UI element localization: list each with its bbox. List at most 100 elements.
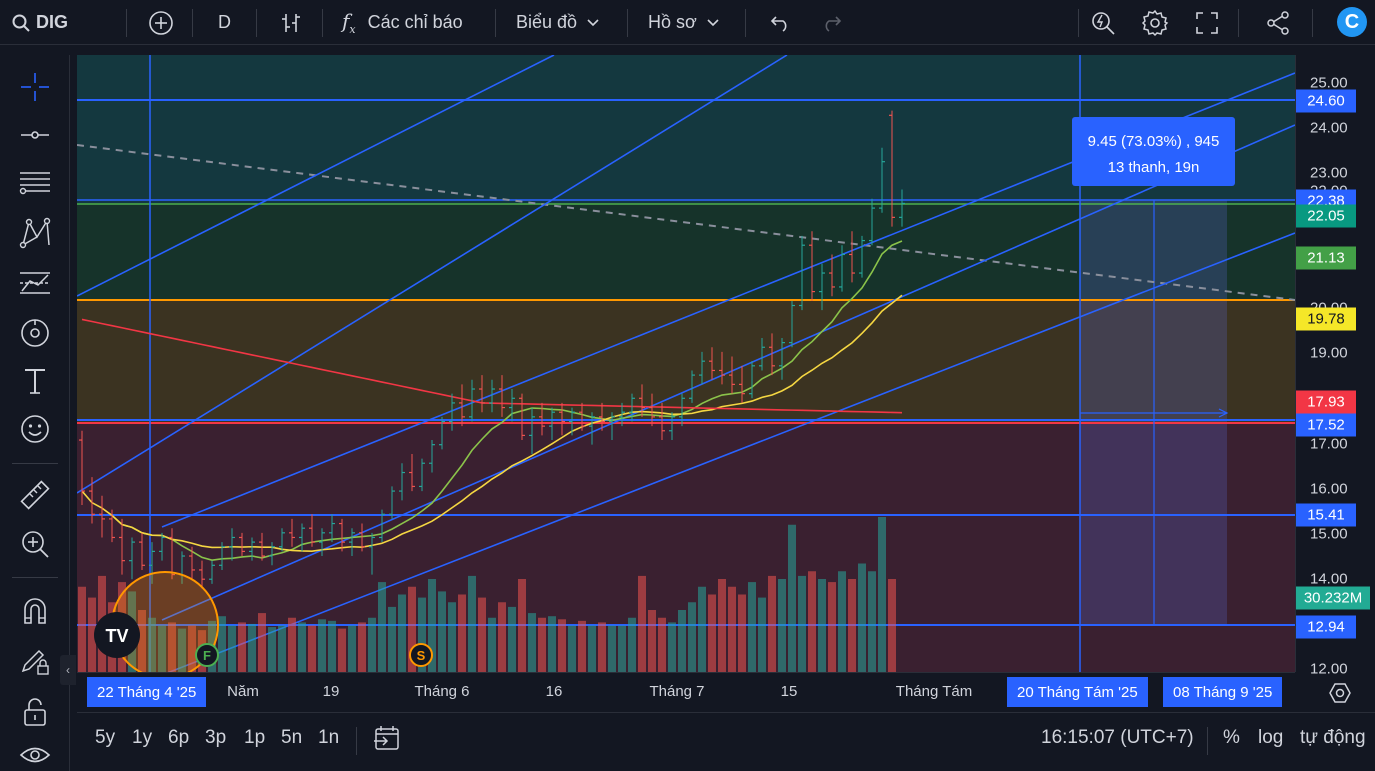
crosshair-tool[interactable] xyxy=(15,67,55,107)
volume-bar xyxy=(818,579,826,672)
clock-timezone[interactable]: 16:15:07 (UTC+7) xyxy=(1041,727,1194,749)
collapse-toolbar-button[interactable]: ‹ xyxy=(60,655,76,685)
volume-bar xyxy=(838,571,846,672)
range-1y[interactable]: 1y xyxy=(132,727,152,749)
volume-bar xyxy=(658,617,666,672)
emoji-tool[interactable] xyxy=(15,409,55,449)
lock-drawings-tool[interactable] xyxy=(15,692,55,732)
volume-bar xyxy=(708,594,716,672)
price-tag-17-52: 17.52 xyxy=(1296,413,1356,437)
time-axis[interactable]: Năm 19 Tháng 6 16 Tháng 7 15 Tháng Tám 2… xyxy=(77,672,1295,712)
indicators-label: Các chỉ báo xyxy=(367,12,463,32)
range-5d[interactable]: 5n xyxy=(281,727,302,749)
volume-bar xyxy=(338,628,346,672)
bar-style-button[interactable] xyxy=(280,0,302,45)
chart-type-label: Biểu đồ xyxy=(516,12,578,32)
function-icon: fx xyxy=(342,9,356,36)
volume-bar xyxy=(648,610,656,672)
hexagon-settings-icon xyxy=(1329,683,1351,703)
price-tag-24-60: 24.60 xyxy=(1296,89,1356,113)
date-tag-range-end: 08 Tháng 9 '25 xyxy=(1163,677,1283,707)
fullscreen-button[interactable] xyxy=(1195,0,1219,45)
volume-bar xyxy=(218,616,226,672)
price-axis[interactable]: 25.00 24.00 23.00 22.00 20.00 19.00 17.0… xyxy=(1295,55,1375,678)
symbol-search[interactable]: DIG xyxy=(12,0,68,45)
range-1m[interactable]: 1p xyxy=(244,727,265,749)
price-tag-15-41: 15.41 xyxy=(1296,503,1356,527)
compare-symbol-button[interactable] xyxy=(148,0,174,45)
indicators-button[interactable]: fx Các chỉ báo xyxy=(342,0,463,45)
undo-button[interactable] xyxy=(770,0,792,45)
range-1d[interactable]: 1n xyxy=(318,727,339,749)
volume-bar xyxy=(778,579,786,672)
interval-button[interactable]: D xyxy=(218,0,231,45)
price-tick: 17.00 xyxy=(1310,435,1348,453)
volume-bar xyxy=(568,625,576,672)
log-scale-toggle[interactable]: log xyxy=(1258,727,1283,749)
logo-letter: C xyxy=(1344,10,1360,33)
time-tick: 16 xyxy=(545,683,563,700)
symbol-name: DIG xyxy=(36,12,69,32)
bar-style-icon xyxy=(282,13,300,32)
drawing-mode-tool[interactable] xyxy=(15,641,55,681)
price-tag-ma-red: 17.93 xyxy=(1296,390,1356,414)
brush-tool[interactable] xyxy=(15,313,55,353)
price-tag-12-94: 12.94 xyxy=(1296,615,1356,639)
chevron-down-icon xyxy=(587,18,599,26)
volume-bar xyxy=(398,594,406,672)
volume-bar xyxy=(518,579,526,672)
volume-bar xyxy=(328,620,336,672)
volume-bar xyxy=(698,586,706,672)
target-icon xyxy=(21,319,49,347)
volume-bar xyxy=(228,625,236,672)
measure-info-box: 9.45 (73.03%) , 945 13 thanh, 19n xyxy=(1072,117,1235,186)
range-6m[interactable]: 6p xyxy=(168,727,189,749)
volume-bar xyxy=(508,606,516,672)
tv-logo-text: TV xyxy=(105,626,128,646)
price-tick: 14.00 xyxy=(1310,570,1348,588)
auto-scale-toggle[interactable]: tự động xyxy=(1300,727,1366,749)
plus-circle-icon xyxy=(149,10,173,35)
trend-line-tool[interactable] xyxy=(15,115,55,155)
text-tool[interactable] xyxy=(15,361,55,401)
zoom-in-tool[interactable] xyxy=(15,524,55,564)
price-tick: 12.00 xyxy=(1310,660,1348,678)
fib-tool[interactable] xyxy=(15,163,55,203)
volume-bar xyxy=(488,617,496,672)
percent-scale-toggle[interactable]: % xyxy=(1223,727,1240,749)
app-logo[interactable]: C xyxy=(1337,7,1367,37)
volume-bar xyxy=(308,625,316,672)
volume-bar xyxy=(718,579,726,672)
volume-bar xyxy=(868,571,876,672)
axis-settings-button[interactable] xyxy=(1327,680,1353,706)
volume-bar xyxy=(528,613,536,672)
volume-bar xyxy=(448,602,456,672)
chart-pane[interactable]: TV F S 9.45 (73.03%) , 945 13 thanh, 19n xyxy=(77,55,1295,672)
hide-drawings-tool[interactable] xyxy=(15,735,55,771)
gear-icon xyxy=(1141,9,1169,36)
volume-tag: 30.232M xyxy=(1296,586,1370,610)
volume-bar xyxy=(608,625,616,672)
goto-date-button[interactable] xyxy=(373,724,401,757)
undo-icon xyxy=(770,15,787,32)
quick-search-button[interactable] xyxy=(1090,0,1116,45)
settings-button[interactable] xyxy=(1141,0,1169,45)
range-3m[interactable]: 3p xyxy=(205,727,226,749)
volume-bar xyxy=(458,594,466,672)
volume-bar xyxy=(728,586,736,672)
profile-button[interactable]: Hồ sơ xyxy=(648,0,719,45)
measure-tool[interactable] xyxy=(15,475,55,515)
chart-type-button[interactable]: Biểu đồ xyxy=(516,0,599,45)
range-5y[interactable]: 5y xyxy=(95,727,115,749)
volume-bar xyxy=(268,627,276,672)
redo-button[interactable] xyxy=(820,0,842,45)
volume-bar xyxy=(558,619,566,672)
volume-bar xyxy=(278,625,286,672)
magnet-tool[interactable] xyxy=(15,591,55,631)
prediction-tool[interactable] xyxy=(15,263,55,303)
volume-bar xyxy=(358,622,366,672)
share-button[interactable] xyxy=(1265,0,1291,45)
time-tick: Tháng Tám xyxy=(895,683,973,700)
pattern-tool[interactable] xyxy=(15,213,55,253)
date-tag-start: 22 Tháng 4 '25 xyxy=(87,677,207,707)
